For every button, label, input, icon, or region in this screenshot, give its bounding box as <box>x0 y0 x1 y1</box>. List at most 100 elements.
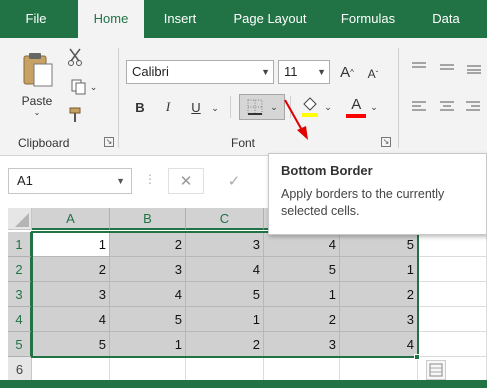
borders-button[interactable]: ⌄ <box>239 94 285 120</box>
underline-dropdown-chevron-icon[interactable]: ⌄ <box>208 98 222 118</box>
row-header-1[interactable]: 1 <box>8 232 32 257</box>
cell-c2[interactable]: 4 <box>186 257 264 282</box>
copy-button[interactable]: ⌄ <box>64 76 104 98</box>
cell-a1[interactable]: 1 <box>32 232 110 257</box>
top-align-button[interactable] <box>408 56 430 78</box>
clipboard-launcher-icon[interactable]: ↘ <box>104 137 114 147</box>
cell-d5[interactable]: 3 <box>264 332 340 357</box>
column-header-c[interactable]: C <box>186 208 264 230</box>
font-launcher-icon[interactable]: ↘ <box>381 137 391 147</box>
row-header-2[interactable]: 2 <box>8 257 32 282</box>
quick-analysis-icon <box>429 363 443 377</box>
font-name-value: Calibri <box>132 64 169 79</box>
cell-a6[interactable] <box>32 357 110 381</box>
cell-a4[interactable]: 4 <box>32 307 110 332</box>
align-right-button[interactable] <box>462 96 484 118</box>
cell-c3[interactable]: 5 <box>186 282 264 307</box>
cell-a2[interactable]: 2 <box>32 257 110 282</box>
cell-b4[interactable]: 5 <box>110 307 186 332</box>
font-color-button[interactable]: A ⌄ <box>342 94 382 120</box>
cell-e5[interactable]: 4 <box>340 332 418 357</box>
row-header-3[interactable]: 3 <box>8 282 32 307</box>
tab-data[interactable]: Data <box>420 0 472 38</box>
format-painter-button[interactable] <box>64 104 86 126</box>
cell-c4[interactable]: 1 <box>186 307 264 332</box>
bottom-align-icon <box>467 65 481 74</box>
tab-home[interactable]: Home <box>78 0 144 40</box>
cell-c1[interactable]: 3 <box>186 232 264 257</box>
chevron-down-icon: ⌄ <box>270 101 278 112</box>
cell-b3[interactable]: 4 <box>110 282 186 307</box>
group-divider <box>398 48 399 148</box>
font-name-select[interactable]: Calibri ▼ <box>126 60 274 84</box>
font-color-icon: A <box>346 97 367 118</box>
font-size-select[interactable]: 11 ▼ <box>278 60 330 84</box>
align-center-icon <box>440 101 454 111</box>
font-size-value: 11 <box>284 64 298 79</box>
fill-handle[interactable] <box>414 354 420 360</box>
cell-b2[interactable]: 3 <box>110 257 186 282</box>
align-center-button[interactable] <box>436 96 458 118</box>
cell-a3[interactable]: 3 <box>32 282 110 307</box>
underline-button[interactable]: U <box>186 96 206 118</box>
cut-button[interactable] <box>64 46 86 68</box>
cell-e6[interactable] <box>340 357 418 381</box>
row-header-6[interactable]: 6 <box>8 357 32 381</box>
paste-icon <box>23 52 53 86</box>
tab-file[interactable]: File <box>14 0 58 38</box>
tooltip-title: Bottom Border <box>281 163 373 178</box>
cell-b6[interactable] <box>110 357 186 381</box>
cell-f1[interactable] <box>418 232 487 257</box>
cell-b5[interactable]: 1 <box>110 332 186 357</box>
column-header-b[interactable]: B <box>110 208 186 230</box>
cancel-entry-button[interactable]: ✕ <box>168 168 204 194</box>
name-box[interactable]: A1 ▼ <box>8 168 132 194</box>
row-header-5[interactable]: 5 <box>8 332 32 357</box>
cell-e4[interactable]: 3 <box>340 307 418 332</box>
tab-formulas[interactable]: Formulas <box>330 0 406 38</box>
middle-align-button[interactable] <box>436 56 458 78</box>
row-header-4[interactable]: 4 <box>8 307 32 332</box>
bold-button[interactable]: B <box>130 96 150 118</box>
ribbon-tab-bar: File Home Insert Page Layout Formulas Da… <box>0 0 487 40</box>
cell-c5[interactable]: 2 <box>186 332 264 357</box>
font-group-label: Font <box>231 136 256 150</box>
tab-page-layout[interactable]: Page Layout <box>222 0 318 38</box>
cell-f4[interactable] <box>418 307 487 332</box>
cell-f5[interactable] <box>418 332 487 357</box>
cell-e2[interactable]: 1 <box>340 257 418 282</box>
tab-insert[interactable]: Insert <box>152 0 208 38</box>
format-painter-icon <box>69 107 81 122</box>
bottom-align-button[interactable] <box>462 56 486 78</box>
ribbon: Paste ⌄ ⌄ Clipboard ↘ Calibri ▼ 11 ▼ A^ <box>0 38 487 156</box>
column-header-a[interactable]: A <box>32 208 110 230</box>
name-box-value: A1 <box>17 173 33 188</box>
caret-up-icon: ^ <box>350 67 354 77</box>
group-divider <box>230 96 231 118</box>
align-left-button[interactable] <box>408 96 430 118</box>
quick-analysis-button[interactable] <box>426 360 446 380</box>
increase-font-size-button[interactable]: A ^ <box>336 60 358 84</box>
cell-a5[interactable]: 5 <box>32 332 110 357</box>
cell-c6[interactable] <box>186 357 264 381</box>
cell-d3[interactable]: 1 <box>264 282 340 307</box>
chevron-down-icon: ▼ <box>116 176 125 186</box>
worksheet-grid[interactable]: A B C D E 1 2 3 4 5 6 1 2 3 4 5 2 3 4 5 … <box>0 208 487 388</box>
confirm-entry-button[interactable]: ✓ <box>216 168 252 194</box>
cell-b1[interactable]: 2 <box>110 232 186 257</box>
cell-e1[interactable]: 5 <box>340 232 418 257</box>
paste-button[interactable]: Paste ⌄ <box>14 46 60 120</box>
cell-d6[interactable] <box>264 357 340 381</box>
cell-d2[interactable]: 5 <box>264 257 340 282</box>
cell-e3[interactable]: 2 <box>340 282 418 307</box>
select-all-corner[interactable] <box>8 208 32 230</box>
clipboard-group-label: Clipboard <box>18 136 70 150</box>
italic-button[interactable]: I <box>158 96 178 118</box>
decrease-font-size-button[interactable]: Aˇ <box>362 62 384 86</box>
cell-f2[interactable] <box>418 257 487 282</box>
cell-d1[interactable]: 4 <box>264 232 340 257</box>
cell-f3[interactable] <box>418 282 487 307</box>
scissors-icon <box>68 48 82 66</box>
cell-d4[interactable]: 2 <box>264 307 340 332</box>
chevron-down-icon: ⌄ <box>324 101 332 112</box>
